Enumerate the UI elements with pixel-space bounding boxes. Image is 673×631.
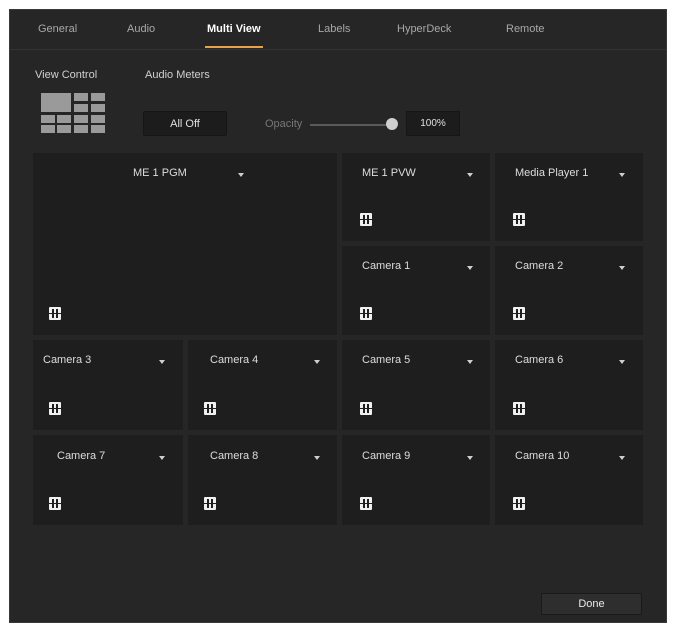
chevron-down-icon[interactable] bbox=[159, 360, 165, 364]
audio-meter-icon[interactable] bbox=[513, 307, 525, 320]
tab-labels[interactable]: Labels bbox=[318, 23, 350, 35]
chevron-down-icon[interactable] bbox=[467, 360, 473, 364]
audio-meter-icon[interactable] bbox=[204, 497, 216, 510]
chevron-down-icon[interactable] bbox=[467, 456, 473, 460]
audio-meter-icon[interactable] bbox=[360, 402, 372, 415]
view-control-label: View Control bbox=[35, 69, 98, 81]
chevron-down-icon[interactable] bbox=[619, 360, 625, 364]
view-panel-5: Camera 2 bbox=[495, 246, 643, 335]
tab-multi-view[interactable]: Multi View bbox=[205, 23, 263, 48]
multiview-layout-icon[interactable] bbox=[41, 93, 105, 133]
opacity-slider-knob[interactable] bbox=[386, 118, 398, 130]
view-panel-3: Media Player 1 bbox=[495, 153, 643, 241]
audio-meter-icon[interactable] bbox=[204, 402, 216, 415]
opacity-label: Opacity bbox=[265, 118, 303, 130]
view-panel-12: Camera 9 bbox=[342, 435, 490, 525]
view-panel-10: Camera 7 bbox=[33, 435, 183, 525]
view-12-source-dropdown[interactable]: Camera 9 bbox=[362, 450, 410, 462]
done-button[interactable]: Done bbox=[541, 593, 642, 615]
audio-meter-icon[interactable] bbox=[49, 307, 61, 320]
audio-meter-icon[interactable] bbox=[49, 402, 61, 415]
view-1-source-dropdown[interactable]: ME 1 PGM bbox=[133, 167, 187, 179]
view-panel-9: Camera 6 bbox=[495, 340, 643, 430]
view-11-source-dropdown[interactable]: Camera 8 bbox=[210, 450, 258, 462]
view-13-source-dropdown[interactable]: Camera 10 bbox=[515, 450, 569, 462]
view-panel-8: Camera 5 bbox=[342, 340, 490, 430]
view-panel-7: Camera 4 bbox=[188, 340, 337, 430]
audio-meters-label: Audio Meters bbox=[145, 69, 210, 81]
view-panel-6: Camera 3 bbox=[33, 340, 183, 430]
audio-meter-icon[interactable] bbox=[513, 213, 525, 226]
view-8-source-dropdown[interactable]: Camera 5 bbox=[362, 354, 410, 366]
tab-general[interactable]: General bbox=[38, 23, 77, 35]
tab-remote[interactable]: Remote bbox=[506, 23, 545, 35]
view-3-source-dropdown[interactable]: Media Player 1 bbox=[515, 167, 588, 179]
audio-meter-icon[interactable] bbox=[513, 497, 525, 510]
tab-audio[interactable]: Audio bbox=[127, 23, 155, 35]
view-panel-13: Camera 10 bbox=[495, 435, 643, 525]
view-4-source-dropdown[interactable]: Camera 1 bbox=[362, 260, 410, 272]
view-10-source-dropdown[interactable]: Camera 7 bbox=[57, 450, 105, 462]
view-panel-2: ME 1 PVW bbox=[342, 153, 490, 241]
tab-bar: General Audio Multi View Labels HyperDec… bbox=[10, 10, 666, 50]
audio-meter-icon[interactable] bbox=[49, 497, 61, 510]
opacity-value-field[interactable]: 100% bbox=[406, 111, 460, 136]
view-panel-1: ME 1 PGM bbox=[33, 153, 337, 335]
view-7-source-dropdown[interactable]: Camera 4 bbox=[210, 354, 258, 366]
audio-meter-icon[interactable] bbox=[513, 402, 525, 415]
chevron-down-icon[interactable] bbox=[467, 266, 473, 270]
opacity-slider-track[interactable] bbox=[310, 124, 394, 126]
audio-meter-icon[interactable] bbox=[360, 307, 372, 320]
all-off-button[interactable]: All Off bbox=[143, 111, 227, 136]
chevron-down-icon[interactable] bbox=[238, 173, 244, 177]
audio-meter-icon[interactable] bbox=[360, 213, 372, 226]
multiview-settings-dialog: General Audio Multi View Labels HyperDec… bbox=[9, 9, 667, 623]
view-panel-11: Camera 8 bbox=[188, 435, 337, 525]
view-panel-4: Camera 1 bbox=[342, 246, 490, 335]
view-9-source-dropdown[interactable]: Camera 6 bbox=[515, 354, 563, 366]
view-6-source-dropdown[interactable]: Camera 3 bbox=[43, 354, 91, 366]
chevron-down-icon[interactable] bbox=[314, 456, 320, 460]
view-5-source-dropdown[interactable]: Camera 2 bbox=[515, 260, 563, 272]
tab-hyperdeck[interactable]: HyperDeck bbox=[397, 23, 451, 35]
chevron-down-icon[interactable] bbox=[619, 456, 625, 460]
audio-meter-icon[interactable] bbox=[360, 497, 372, 510]
chevron-down-icon[interactable] bbox=[619, 266, 625, 270]
chevron-down-icon[interactable] bbox=[159, 456, 165, 460]
chevron-down-icon[interactable] bbox=[619, 173, 625, 177]
chevron-down-icon[interactable] bbox=[314, 360, 320, 364]
view-2-source-dropdown[interactable]: ME 1 PVW bbox=[362, 167, 416, 179]
chevron-down-icon[interactable] bbox=[467, 173, 473, 177]
